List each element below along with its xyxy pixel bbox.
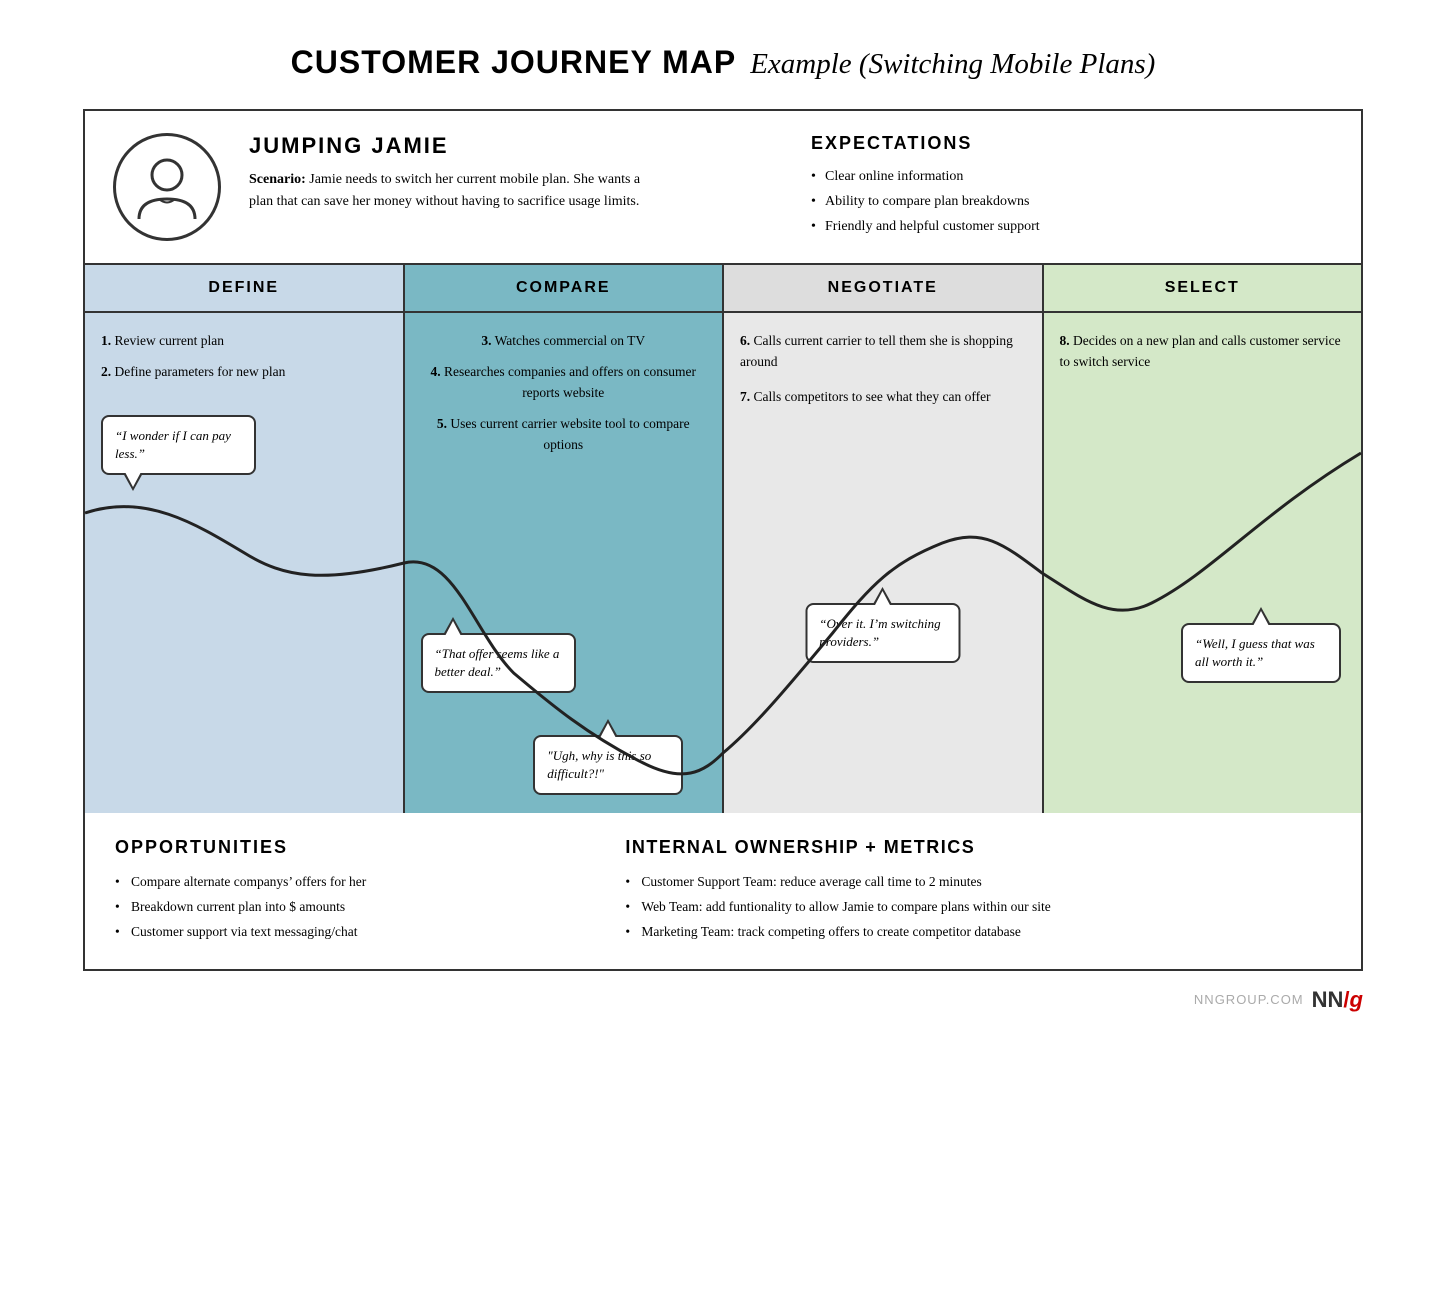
opportunities-title: OPPORTUNITIES [115,837,585,858]
define-bubble: “I wonder if I can pay less.” [101,415,256,475]
select-bubble: “Well, I guess that was all worth it.” [1181,623,1341,683]
footer-brand: NNGROUP.COM [1194,992,1304,1007]
step-1: 1. Review current plan [101,331,387,352]
scenario-label: Scenario: [249,172,306,187]
opportunities-list: •Compare alternate companys’ offers for … [115,870,585,945]
step-8: 8. Decides on a new plan and calls custo… [1060,331,1346,373]
opportunity-item: •Breakdown current plan into $ amounts [115,895,585,920]
step-5: 5. Uses current carrier website tool to … [421,414,707,456]
phase-body-compare: 3. Watches commercial on TV 4. Researche… [405,313,725,813]
phase-header-compare: COMPARE [405,265,725,311]
phase-headers-row: DEFINE COMPARE NEGOTIATE SELECT [85,265,1361,313]
opportunity-item: •Customer support via text messaging/cha… [115,920,585,945]
footer-logo: NN/g [1312,987,1363,1013]
metrics-title: INTERNAL OWNERSHIP + METRICS [625,837,1331,858]
footer-nn: NN [1312,987,1344,1012]
bottom-row: OPPORTUNITIES •Compare alternate company… [85,813,1361,969]
compare-bubble-ugh: "Ugh, why is this so difficult?!" [533,735,683,795]
compare-bubble-bottom: “That offer seems like a better deal.” [421,633,576,693]
step-7: 7. Calls competitors to see what they ca… [740,387,1026,408]
expectations-section: EXPECTATIONS •Clear online information •… [791,133,1333,240]
step-4: 4. Researches companies and offers on co… [421,362,707,404]
avatar [113,133,221,241]
expectations-title: EXPECTATIONS [811,133,1333,154]
metric-item: •Marketing Team: track competing offers … [625,920,1331,945]
metric-item: •Web Team: add funtionality to allow Jam… [625,895,1331,920]
persona-row: JUMPING JAMIE Scenario: Jamie needs to s… [85,111,1361,265]
title-bold: CUSTOMER JOURNEY MAP [291,44,737,80]
expectations-list: •Clear online information •Ability to co… [811,164,1333,240]
opportunity-item: •Compare alternate companys’ offers for … [115,870,585,895]
phase-header-define: DEFINE [85,265,405,311]
avatar-icon [131,151,203,223]
step-3: 3. Watches commercial on TV [421,331,707,352]
persona-scenario: Scenario: Jamie needs to switch her curr… [249,169,649,214]
phase-body-negotiate: 6. Calls current carrier to tell them sh… [724,313,1044,813]
footer: NNGROUP.COM NN/g [83,987,1363,1013]
phase-body-define: 1. Review current plan 2. Define paramet… [85,313,405,813]
metrics-section: INTERNAL OWNERSHIP + METRICS •Customer S… [625,837,1331,945]
main-container: JUMPING JAMIE Scenario: Jamie needs to s… [83,109,1363,971]
title-italic: Example (Switching Mobile Plans) [750,48,1155,80]
phase-body-select: 8. Decides on a new plan and calls custo… [1044,313,1362,813]
metrics-list: •Customer Support Team: reduce average c… [625,870,1331,945]
persona-name: JUMPING JAMIE [249,133,771,159]
negotiate-bubble: “Over it. I’m switching providers.” [805,603,960,663]
phase-bodies-row: 1. Review current plan 2. Define paramet… [85,313,1361,813]
phase-header-select: SELECT [1044,265,1362,311]
expectation-item: •Ability to compare plan breakdowns [811,189,1333,214]
persona-info: JUMPING JAMIE Scenario: Jamie needs to s… [249,133,791,214]
metric-item: •Customer Support Team: reduce average c… [625,870,1331,895]
scenario-text: Jamie needs to switch her current mobile… [249,172,640,209]
step-2: 2. Define parameters for new plan [101,362,387,383]
step-6: 6. Calls current carrier to tell them sh… [740,331,1026,373]
phases-section: DEFINE COMPARE NEGOTIATE SELECT 1. Revie… [85,265,1361,813]
expectation-item: •Friendly and helpful customer support [811,214,1333,239]
page-title: CUSTOMER JOURNEY MAP Example (Switching … [291,44,1156,81]
opportunities-section: OPPORTUNITIES •Compare alternate company… [115,837,625,945]
footer-g: g [1350,987,1363,1012]
phase-header-negotiate: NEGOTIATE [724,265,1044,311]
expectation-item: •Clear online information [811,164,1333,189]
